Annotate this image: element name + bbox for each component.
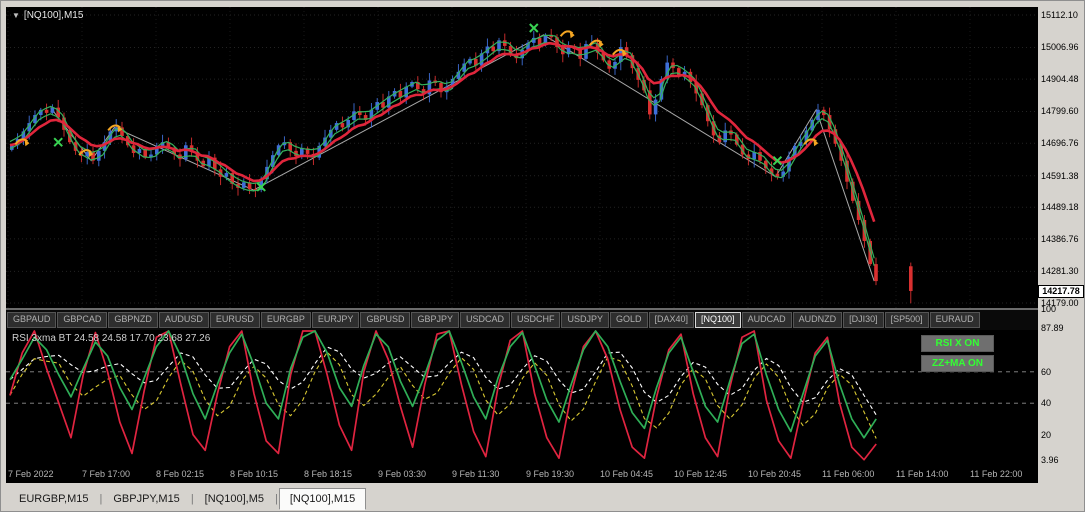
time-axis-label: 10 Feb 04:45 [600, 469, 654, 479]
time-axis-label: 9 Feb 03:30 [378, 469, 427, 479]
price-scale-label: 15006.96 [1041, 42, 1079, 53]
rsi-panel[interactable]: RSI 3xma BT 24.58 24.58 17.70 23.68 27.2… [6, 330, 1038, 466]
time-axis-label: 8 Feb 18:15 [304, 469, 353, 479]
rsi-indicator-values: RSI 3xma BT 24.58 24.58 17.70 23.68 27.2… [12, 333, 211, 344]
symbol-tab-gbpnzd[interactable]: GBPNZD [108, 312, 158, 328]
symbol-tab-euraud[interactable]: EURAUD [929, 312, 980, 328]
rsi-scale-label: 60 [1041, 366, 1052, 377]
symbol-tab-usdcad[interactable]: USDCAD [459, 312, 510, 328]
symbol-tab-gbpaud[interactable]: GBPAUD [7, 312, 57, 328]
symbol-tab-audnzd[interactable]: AUDNZD [792, 312, 843, 328]
tab-separator: | [190, 492, 194, 505]
symbol-tab-dax40[interactable]: [DAX40] [648, 312, 695, 328]
tab-separator: | [274, 492, 278, 505]
rsi-scale-label: 20 [1041, 429, 1052, 440]
price-chart[interactable]: ▼ [NQ100],M15 [6, 7, 1038, 309]
chart-tab-gbpjpy-m15[interactable]: GBPJPY,M15 [103, 489, 189, 509]
chart-title: ▼ [NQ100],M15 [12, 10, 83, 21]
price-scale[interactable]: 14217.78 15112.10 15006.96 14904.48 14799.6… [1038, 7, 1084, 483]
time-axis-label: 10 Feb 12:45 [674, 469, 728, 479]
symbol-tab-gbpusd[interactable]: GBPUSD [360, 312, 411, 328]
symbol-tab-eurusd[interactable]: EURUSD [209, 312, 260, 328]
price-scale-label: 14591.38 [1041, 170, 1079, 181]
symbol-tab-dji30[interactable]: [DJI30] [843, 312, 884, 328]
symbol-tab-usdjpy[interactable]: USDJPY [561, 312, 609, 328]
symbol-tab-eurgbp[interactable]: EURGBP [260, 312, 311, 328]
rsi-scale-label: 100 [1041, 304, 1057, 314]
symbol-tab-gbpcad[interactable]: GBPCAD [57, 312, 108, 328]
price-scale-label: 14489.18 [1041, 202, 1079, 213]
rsi-scale-label: 87.89 [1041, 323, 1064, 333]
rsi-scale-label: 40 [1041, 398, 1052, 409]
price-scale-label: 14696.76 [1041, 138, 1079, 149]
time-axis-label: 9 Feb 19:30 [526, 469, 575, 479]
zz-ma-toggle-button[interactable]: ZZ+MA ON [920, 355, 994, 372]
time-axis-label: 11 Feb 22:00 [970, 469, 1023, 479]
chart-tab-eurgbp-m15[interactable]: EURGBP,M15 [9, 489, 99, 509]
chevron-down-icon[interactable]: ▼ [12, 11, 20, 20]
price-scale-label: 14799.60 [1041, 106, 1079, 117]
time-axis-label: 11 Feb 06:00 [822, 469, 875, 479]
tab-separator: | [99, 492, 103, 505]
rsi-x-toggle-button[interactable]: RSI X ON [920, 335, 994, 352]
price-scale-label: 15112.10 [1041, 10, 1078, 20]
rsi-scale-label: 3.96 [1041, 454, 1059, 465]
symbol-tab-audcad[interactable]: AUDCAD [741, 312, 792, 328]
symbol-tab-sp500[interactable]: [SP500] [884, 312, 929, 328]
price-scale-label: 14281.30 [1041, 266, 1079, 277]
time-axis-label: 7 Feb 2022 [8, 469, 54, 479]
price-scale-label: 14904.48 [1041, 74, 1079, 85]
symbol-tab-gbpjpy[interactable]: GBPJPY [411, 312, 459, 328]
chart-tab--nq100--m5[interactable]: [NQ100],M5 [195, 489, 274, 509]
symbol-tab-gold[interactable]: GOLD [610, 312, 648, 328]
symbol-tab-eurjpy[interactable]: EURJPY [311, 312, 360, 328]
chart-symbol-period: [NQ100],M15 [23, 10, 84, 21]
mt4-chart-window: ▼ [NQ100],M15 GBPAUD GBPCAD GBPNZD AUDUSD EU… [0, 0, 1085, 512]
rsi-canvas[interactable] [6, 330, 1038, 466]
price-chart-canvas[interactable] [6, 7, 1038, 309]
time-axis-label: 8 Feb 02:15 [156, 469, 205, 479]
time-axis-label: 10 Feb 20:45 [748, 469, 802, 479]
symbol-tab-bar: GBPAUD GBPCAD GBPNZD AUDUSD EURUSD EURGBP EURJ… [6, 310, 1038, 330]
chart-tab--nq100--m15[interactable]: [NQ100],M15 [278, 487, 367, 510]
current-price-badge: 14217.78 [1038, 285, 1084, 299]
time-axis[interactable]: 7 Feb 2022 7 Feb 17:00 8 Feb 02:15 8 Feb 10… [6, 466, 1038, 483]
time-axis-label: 9 Feb 11:30 [452, 469, 500, 479]
symbol-tab-nq100[interactable]: [NQ100] [695, 312, 741, 328]
chart-tab-bar: EURGBP,M15 | GBPJPY,M15 | [NQ100],M5 | [NQ100]… [1, 484, 1084, 511]
time-axis-label: 11 Feb 14:00 [896, 469, 949, 479]
time-axis-label: 8 Feb 10:15 [230, 469, 279, 479]
time-axis-label: 7 Feb 17:00 [82, 469, 131, 479]
price-scale-label: 14386.76 [1041, 233, 1079, 244]
symbol-tab-audusd[interactable]: AUDUSD [158, 312, 209, 328]
symbol-tab-usdchf[interactable]: USDCHF [510, 312, 561, 328]
rsi-button-group: RSI X ON ZZ+MA ON [920, 335, 994, 372]
